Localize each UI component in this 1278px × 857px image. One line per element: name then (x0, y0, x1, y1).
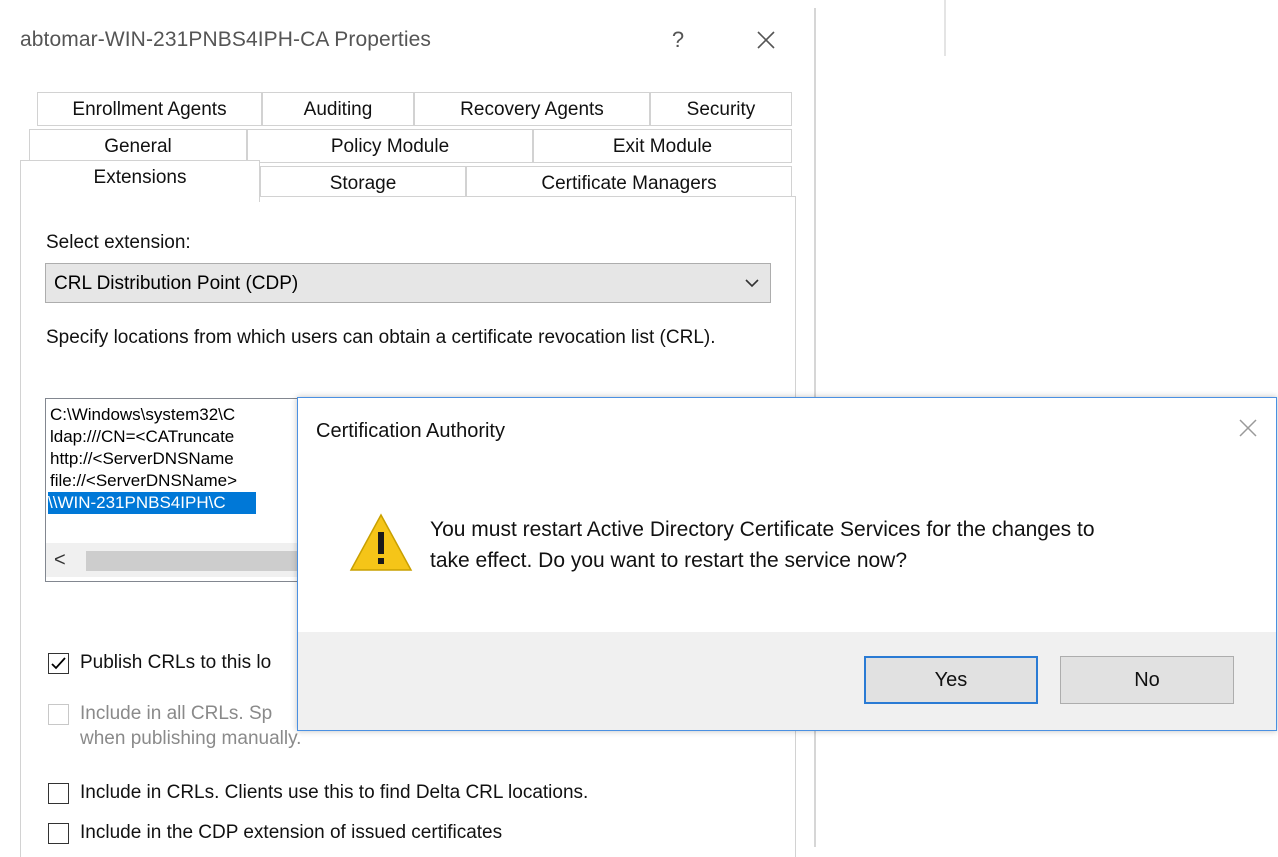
extension-select[interactable]: CRL Distribution Point (CDP) (45, 263, 771, 303)
checkbox-include-in-crls[interactable] (48, 783, 69, 804)
no-button[interactable]: No (1060, 656, 1234, 704)
list-item[interactable]: ldap:///CN=<CATruncate (50, 426, 234, 448)
tab-recovery-agents[interactable]: Recovery Agents (414, 92, 650, 126)
list-item-selected[interactable]: \\WIN-231PNBS4IPH\C (48, 492, 256, 514)
dialog-title: Certification Authority (316, 420, 505, 442)
horizontal-scrollbar[interactable]: < (46, 543, 312, 577)
locations-list[interactable]: C:\Windows\system32\C ldap:///CN=<CATrun… (45, 398, 313, 582)
tab-exit-module[interactable]: Exit Module (533, 129, 792, 163)
locations-description: Specify locations from which users can o… (46, 327, 716, 348)
help-button[interactable]: ? (664, 22, 692, 58)
list-item[interactable]: file://<ServerDNSName> (50, 470, 237, 492)
checkbox-include-all-crls (48, 704, 69, 725)
chevron-down-icon (745, 279, 759, 288)
dialog-message: You must restart Active Directory Certif… (430, 514, 1230, 576)
window-title: abtomar-WIN-231PNBS4IPH-CA Properties (20, 28, 432, 51)
warning-icon (349, 513, 413, 571)
list-item[interactable]: http://<ServerDNSName (50, 448, 234, 470)
checkmark-icon (51, 657, 66, 670)
list-item[interactable]: C:\Windows\system32\C (50, 404, 235, 426)
extension-select-value: CRL Distribution Point (CDP) (54, 273, 299, 294)
desktop-divider (944, 0, 946, 56)
restart-dialog: Certification Authority You must restart… (297, 397, 1277, 731)
tab-policy-module[interactable]: Policy Module (247, 129, 533, 163)
tab-certificate-managers[interactable]: Certificate Managers (466, 166, 792, 200)
tab-auditing[interactable]: Auditing (262, 92, 414, 126)
checkbox-label: Include in all CRLs. Sp (80, 703, 273, 724)
scroll-left-arrow-icon[interactable]: < (54, 549, 66, 572)
yes-button[interactable]: Yes (864, 656, 1038, 704)
close-icon (1239, 419, 1257, 437)
tab-storage[interactable]: Storage (260, 166, 466, 200)
tab-enrollment-agents[interactable]: Enrollment Agents (37, 92, 262, 126)
checkbox-label: Include in CRLs. Clients use this to fin… (80, 782, 589, 803)
close-button[interactable] (748, 22, 784, 58)
tab-general[interactable]: General (29, 129, 247, 163)
checkbox-publish-crls[interactable] (48, 653, 69, 674)
checkbox-label: Publish CRLs to this lo (80, 652, 272, 673)
tab-extensions[interactable]: Extensions (20, 160, 260, 202)
dialog-message-line2: take effect. Do you want to restart the … (430, 549, 908, 572)
tab-security[interactable]: Security (650, 92, 792, 126)
close-icon (757, 31, 775, 49)
checkbox-include-in-cdp[interactable] (48, 823, 69, 844)
dialog-message-line1: You must restart Active Directory Certif… (430, 518, 1095, 541)
checkbox-label: Include in the CDP extension of issued c… (80, 822, 503, 843)
scrollbar-thumb[interactable] (86, 551, 312, 571)
dialog-button-bar: Yes No (298, 632, 1276, 730)
title-bar: abtomar-WIN-231PNBS4IPH-CA Properties ? (0, 8, 814, 72)
select-extension-label: Select extension: (46, 232, 191, 253)
dialog-close-button[interactable] (1236, 416, 1260, 445)
checkbox-label-line2: when publishing manually. (80, 728, 302, 749)
